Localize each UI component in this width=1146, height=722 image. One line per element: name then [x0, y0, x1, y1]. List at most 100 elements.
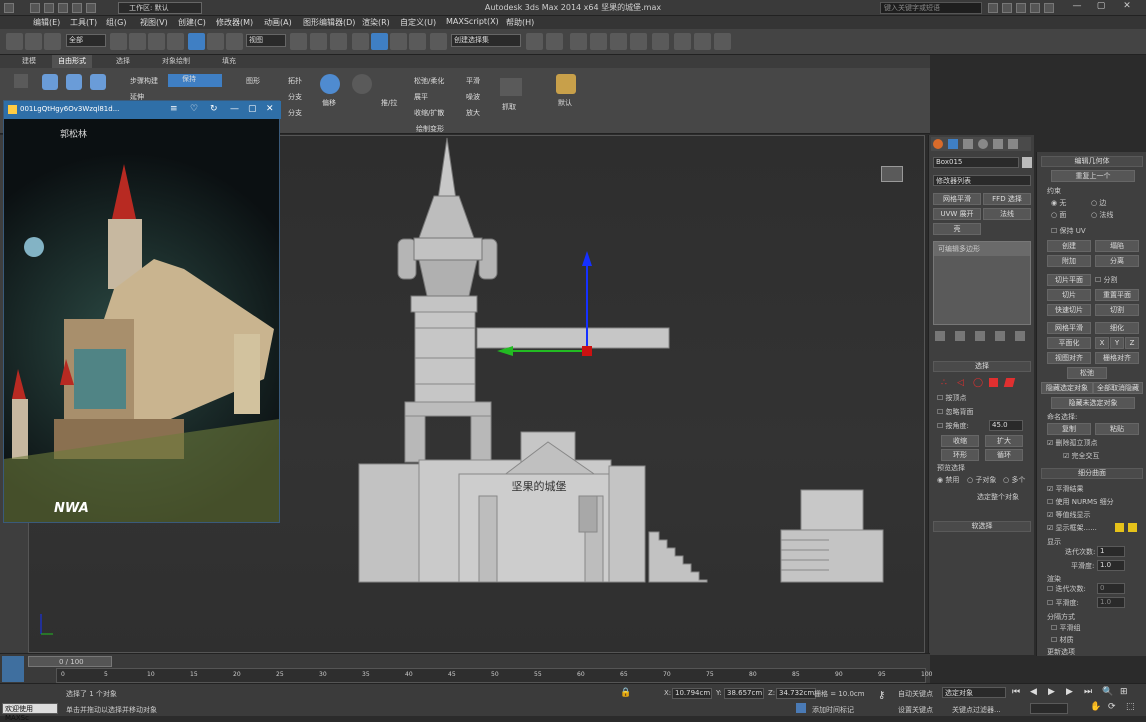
- shift-icon[interactable]: [320, 74, 340, 94]
- zoom-all-icon[interactable]: ⊞: [1120, 687, 1128, 697]
- edge-icon[interactable]: ◁: [957, 378, 964, 388]
- menu-create[interactable]: 创建(C): [178, 17, 206, 28]
- ffd-select-button[interactable]: FFD 选择: [983, 193, 1031, 205]
- ref-coord-dropdown[interactable]: 视图: [246, 34, 286, 47]
- planarize-z-button[interactable]: Z: [1125, 337, 1139, 349]
- smooth-result-checkbox[interactable]: ☑ 平滑结果: [1047, 484, 1084, 494]
- tab-object-paint[interactable]: 对象绘制: [156, 55, 196, 68]
- select-by-name-icon[interactable]: [129, 33, 146, 50]
- set-key-button[interactable]: 设置关键点: [898, 705, 933, 715]
- rendered-frame-icon[interactable]: [694, 33, 711, 50]
- render-iterations-field[interactable]: 0: [1097, 583, 1125, 594]
- pan-icon[interactable]: ✋: [1090, 702, 1101, 712]
- shape-button[interactable]: 图形: [246, 76, 260, 86]
- detach-button[interactable]: 分离: [1095, 255, 1139, 267]
- pin-stack-icon[interactable]: [935, 331, 945, 341]
- modifier-stack[interactable]: 可编辑多边形: [933, 241, 1031, 325]
- menu-graph-editors[interactable]: 图形编辑器(D): [303, 17, 355, 28]
- delete-isolated-checkbox[interactable]: ☑ 删除孤立顶点: [1047, 438, 1098, 448]
- z-coord-field[interactable]: 34.732cm: [776, 688, 816, 699]
- selection-filter-dropdown[interactable]: 全部: [66, 34, 106, 47]
- snaps-toggle-icon[interactable]: [352, 33, 369, 50]
- paint-brush-icon[interactable]: [556, 74, 576, 94]
- time-tag-icon[interactable]: [796, 703, 806, 713]
- keyboard-shortcut-icon[interactable]: [330, 33, 347, 50]
- modifier-list-dropdown[interactable]: 修改器列表: [933, 175, 1031, 186]
- key-filters-button[interactable]: 关键点过滤器...: [952, 705, 1001, 715]
- pinch-spread-button[interactable]: 收缩/扩散: [414, 108, 444, 118]
- planarize-y-button[interactable]: Y: [1110, 337, 1124, 349]
- layer-manager-icon[interactable]: [570, 33, 587, 50]
- flatten-button[interactable]: 展平: [414, 92, 428, 102]
- time-slider[interactable]: 0 / 100: [28, 656, 112, 667]
- utilities-tab-icon[interactable]: [1008, 139, 1018, 149]
- next-frame-icon[interactable]: ▶: [1066, 687, 1073, 697]
- relax-soft-button[interactable]: 松弛/柔化: [414, 76, 444, 86]
- lock-icon[interactable]: 🔒: [620, 688, 631, 698]
- menu-customize[interactable]: 自定义(U): [400, 17, 436, 28]
- mini-listener-icon[interactable]: [2, 656, 24, 682]
- selection-rollout-header[interactable]: 选择: [933, 361, 1031, 372]
- current-frame-field[interactable]: [1030, 703, 1068, 714]
- zoom-icon[interactable]: 🔍: [1102, 687, 1113, 697]
- select-manipulate-icon[interactable]: [310, 33, 327, 50]
- maxscript-listener[interactable]: 欢迎使用 MAXSc: [2, 703, 58, 722]
- viewer-menu-icon[interactable]: ≡: [170, 104, 178, 114]
- configure-sets-icon[interactable]: [1015, 331, 1025, 341]
- link-icon[interactable]: [6, 33, 23, 50]
- motion-tab-icon[interactable]: [978, 139, 988, 149]
- relax-button[interactable]: 松弛: [1067, 367, 1107, 379]
- iterations-field[interactable]: 1: [1097, 546, 1125, 557]
- paste-button[interactable]: 粘贴: [1095, 423, 1139, 435]
- by-angle-checkbox[interactable]: ☐ 按角度:: [937, 421, 969, 431]
- show-end-icon[interactable]: [955, 331, 965, 341]
- close-button[interactable]: ✕: [1116, 1, 1138, 15]
- preview-disabled-radio[interactable]: ◉ 禁用: [937, 475, 959, 485]
- copy-button[interactable]: 复制: [1047, 423, 1091, 435]
- reset-plane-button[interactable]: 重置平面: [1095, 289, 1139, 301]
- push-pull-icon[interactable]: [352, 74, 372, 94]
- create-tab-icon[interactable]: [933, 139, 943, 149]
- x-coord-field[interactable]: 10.794cm: [672, 688, 712, 699]
- split-button[interactable]: 分支: [288, 92, 302, 102]
- constraint-normal-radio[interactable]: ○ 法线: [1091, 210, 1113, 220]
- auto-key-button[interactable]: 自动关键点: [898, 689, 933, 699]
- render-smoothness-field[interactable]: 1.0: [1097, 597, 1125, 608]
- align-icon[interactable]: [546, 33, 563, 50]
- object-color-swatch[interactable]: [1022, 157, 1032, 168]
- grow-button[interactable]: 扩大: [985, 435, 1023, 447]
- bridge-beam[interactable]: [476, 327, 670, 349]
- menu-edit[interactable]: 编辑(E): [33, 17, 60, 28]
- push-pull-button[interactable]: 推/拉: [381, 98, 397, 108]
- select-rotate-icon[interactable]: [207, 33, 224, 50]
- selected-object-dropdown[interactable]: 选定对象: [942, 687, 1006, 698]
- search-icon[interactable]: [988, 3, 998, 13]
- prev-frame-icon[interactable]: ◀: [1030, 687, 1037, 697]
- isoline-display-checkbox[interactable]: ☑ 等值线显示: [1047, 510, 1091, 520]
- rect-selection-icon[interactable]: [148, 33, 165, 50]
- select-scale-icon[interactable]: [226, 33, 243, 50]
- use-nurms-checkbox[interactable]: ☐ 使用 NURMS 细分: [1047, 497, 1114, 507]
- subdivision-surface-header[interactable]: 细分曲面: [1041, 468, 1143, 479]
- slice-plane-button[interactable]: 切片平面: [1047, 274, 1091, 286]
- noise-button[interactable]: 噪波: [466, 92, 480, 102]
- object-name-field[interactable]: Box015: [933, 157, 1019, 168]
- preview-multi-radio[interactable]: ○ 多个: [1003, 475, 1025, 485]
- smooth-button[interactable]: 平滑: [466, 76, 480, 86]
- ignore-backfacing-checkbox[interactable]: ☐ 忽略背面: [937, 407, 974, 417]
- menu-help[interactable]: 帮助(H): [506, 17, 534, 28]
- split-checkbox[interactable]: ☐ 分割: [1095, 275, 1118, 285]
- smoothness-field[interactable]: 1.0: [1097, 560, 1125, 571]
- default-button[interactable]: 默认: [558, 98, 572, 108]
- view-align-button[interactable]: 视图对齐: [1047, 352, 1091, 364]
- menu-rendering[interactable]: 渲染(R): [362, 17, 390, 28]
- minimize-button[interactable]: —: [1066, 1, 1088, 15]
- slice-button[interactable]: 切片: [1047, 289, 1091, 301]
- mesh-smooth-button[interactable]: 网格平滑: [933, 193, 981, 205]
- hierarchy-tab-icon[interactable]: [963, 139, 973, 149]
- viewer-maximize-button[interactable]: ▢: [248, 104, 257, 114]
- grab-icon[interactable]: [500, 78, 522, 96]
- grid-align-button[interactable]: 栅格对齐: [1095, 352, 1139, 364]
- soft-selection-rollout[interactable]: 软选择: [933, 521, 1031, 532]
- topology-button[interactable]: 拓扑: [288, 76, 302, 86]
